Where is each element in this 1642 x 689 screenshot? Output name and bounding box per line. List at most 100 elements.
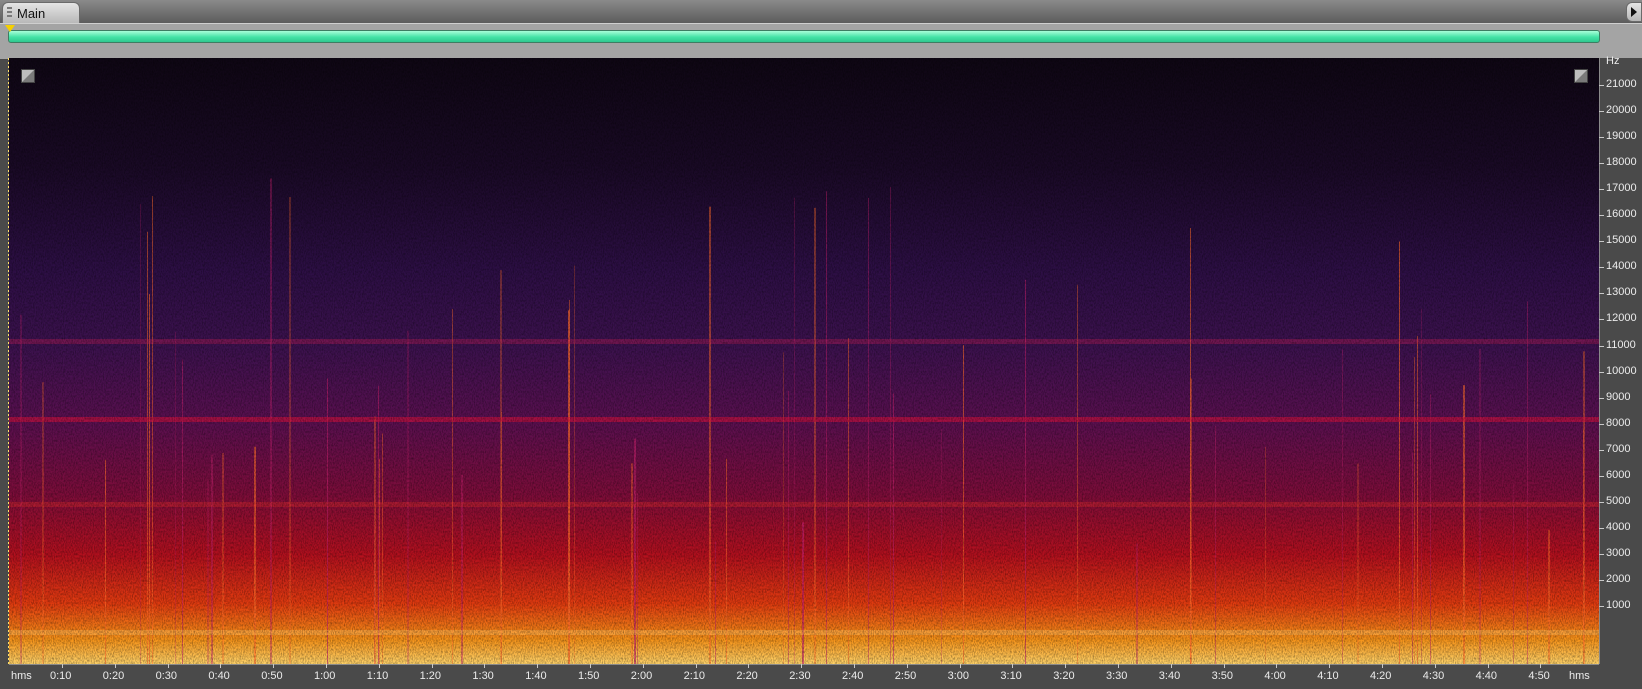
frequency-tick-label: 6000 (1606, 468, 1631, 481)
frequency-tick-label: 18000 (1606, 156, 1637, 169)
frequency-tick (1599, 137, 1604, 139)
spectrogram-image (9, 58, 1599, 664)
time-tick-label: 3:10 (1000, 670, 1022, 682)
time-tick-label: 0:50 (261, 670, 283, 682)
time-tick-label: 0:20 (102, 670, 125, 682)
time-tick (959, 664, 961, 668)
time-tick (1170, 664, 1172, 668)
frequency-tick-label: 15000 (1606, 234, 1637, 247)
frequency-tick (1599, 293, 1604, 295)
frequency-tick (1599, 501, 1604, 503)
frequency-tick-label: 8000 (1606, 416, 1631, 429)
frequency-axis: Hz 21000 20000 19000 18000 17000 16000 15000 14… (1599, 55, 1642, 664)
panel-menu-button[interactable] (1626, 2, 1642, 22)
overview-strip (0, 23, 1642, 59)
time-tick (1540, 664, 1542, 668)
frequency-tick (1599, 579, 1604, 581)
frequency-tick (1599, 319, 1604, 321)
frequency-tick (1599, 606, 1604, 607)
time-tick-label: 2:10 (683, 670, 706, 682)
time-tick-label: 1:40 (525, 670, 547, 682)
frequency-tick-label: 14000 (1606, 260, 1637, 273)
time-tick-label: 2:00 (630, 670, 653, 682)
time-axis: hms hms 0:10 0:20 0:30 0:40 0:50 1:00 1:10 1:20… (0, 664, 1642, 689)
visible-range-bar[interactable] (8, 30, 1600, 43)
time-tick-label: 4:30 (1422, 670, 1445, 682)
zoom-corner-icon-left[interactable] (21, 69, 35, 83)
time-tick-label: 2:50 (894, 670, 917, 682)
tab-bar: Main (0, 0, 1642, 24)
frequency-tick-label: 16000 (1606, 208, 1637, 221)
time-tick (1329, 664, 1331, 668)
frequency-tick-label: 11000 (1606, 338, 1636, 351)
time-tick-label: 3:50 (1211, 670, 1234, 682)
time-tick-label: 4:00 (1264, 670, 1286, 682)
time-tick (431, 664, 433, 668)
time-tick-label: 1:10 (366, 670, 389, 682)
frequency-tick-label: 5000 (1606, 494, 1631, 507)
time-tick (1382, 664, 1383, 668)
frequency-tick-label: 9000 (1606, 390, 1631, 403)
frequency-tick (1599, 111, 1604, 113)
frequency-tick (1599, 423, 1604, 425)
frequency-tick-label: 1000 (1606, 599, 1631, 611)
time-tick (62, 664, 63, 668)
frequency-tick-label: 3000 (1606, 546, 1631, 559)
time-tick (484, 664, 486, 668)
zoom-corner-icon-right[interactable] (1574, 69, 1588, 83)
time-tick-label: 1:00 (314, 670, 336, 682)
frequency-tick-label: 17000 (1606, 182, 1637, 195)
time-tick-label: 0:10 (50, 670, 72, 682)
time-tick (906, 664, 908, 668)
time-tick (326, 664, 327, 668)
frequency-tick (1599, 475, 1604, 477)
time-tick (642, 664, 644, 668)
time-tick-label: 4:40 (1475, 670, 1498, 682)
time-tick (378, 664, 380, 668)
time-tick (854, 664, 855, 668)
frequency-tick (1599, 449, 1604, 451)
playhead-line (8, 58, 9, 664)
time-tick-label: 4:20 (1370, 670, 1392, 682)
time-tick (1276, 664, 1278, 668)
time-tick (1434, 664, 1436, 668)
time-tick (1487, 664, 1489, 668)
frequency-tick-label: 4000 (1606, 520, 1631, 533)
time-tick-label: 1:30 (472, 670, 494, 682)
frequency-tick (1599, 189, 1604, 191)
frequency-tick (1599, 397, 1604, 399)
frequency-tick (1599, 85, 1604, 86)
time-tick-label: 4:50 (1528, 670, 1550, 682)
frequency-tick-label: 13000 (1606, 286, 1637, 299)
time-tick (748, 664, 750, 668)
time-tick-label: 2:20 (736, 670, 758, 682)
frequency-tick-label: 10000 (1606, 364, 1637, 377)
frequency-unit-label: Hz (1606, 55, 1620, 67)
time-tick (167, 664, 169, 668)
time-tick-label: 1:20 (419, 670, 442, 682)
tab-main-label: Main (17, 6, 46, 21)
playhead-marker-icon[interactable] (5, 25, 15, 32)
play-arrow-icon (1631, 7, 1637, 17)
frequency-tick-label: 21000 (1606, 78, 1637, 90)
frequency-tick (1599, 267, 1604, 269)
time-tick (801, 664, 803, 668)
spectrogram-view[interactable] (9, 58, 1599, 664)
frequency-tick-label: 12000 (1606, 312, 1637, 325)
time-tick (1118, 664, 1119, 668)
time-tick-label: 4:10 (1317, 670, 1339, 682)
frequency-tick (1599, 371, 1604, 373)
grip-icon (7, 7, 12, 19)
time-tick-label: 3:20 (1053, 670, 1075, 682)
time-tick (1012, 664, 1014, 668)
frequency-tick (1599, 345, 1604, 347)
time-tick-label: 1:50 (578, 670, 600, 682)
time-tick (1065, 664, 1067, 668)
tab-main[interactable]: Main (2, 2, 80, 24)
frequency-tick (1599, 553, 1604, 555)
time-tick-label: 3:40 (1158, 670, 1181, 682)
frequency-tick-label: 19000 (1606, 130, 1637, 143)
frequency-tick (1599, 215, 1604, 217)
frequency-tick-label: 2000 (1606, 572, 1631, 585)
time-tick (114, 664, 116, 668)
